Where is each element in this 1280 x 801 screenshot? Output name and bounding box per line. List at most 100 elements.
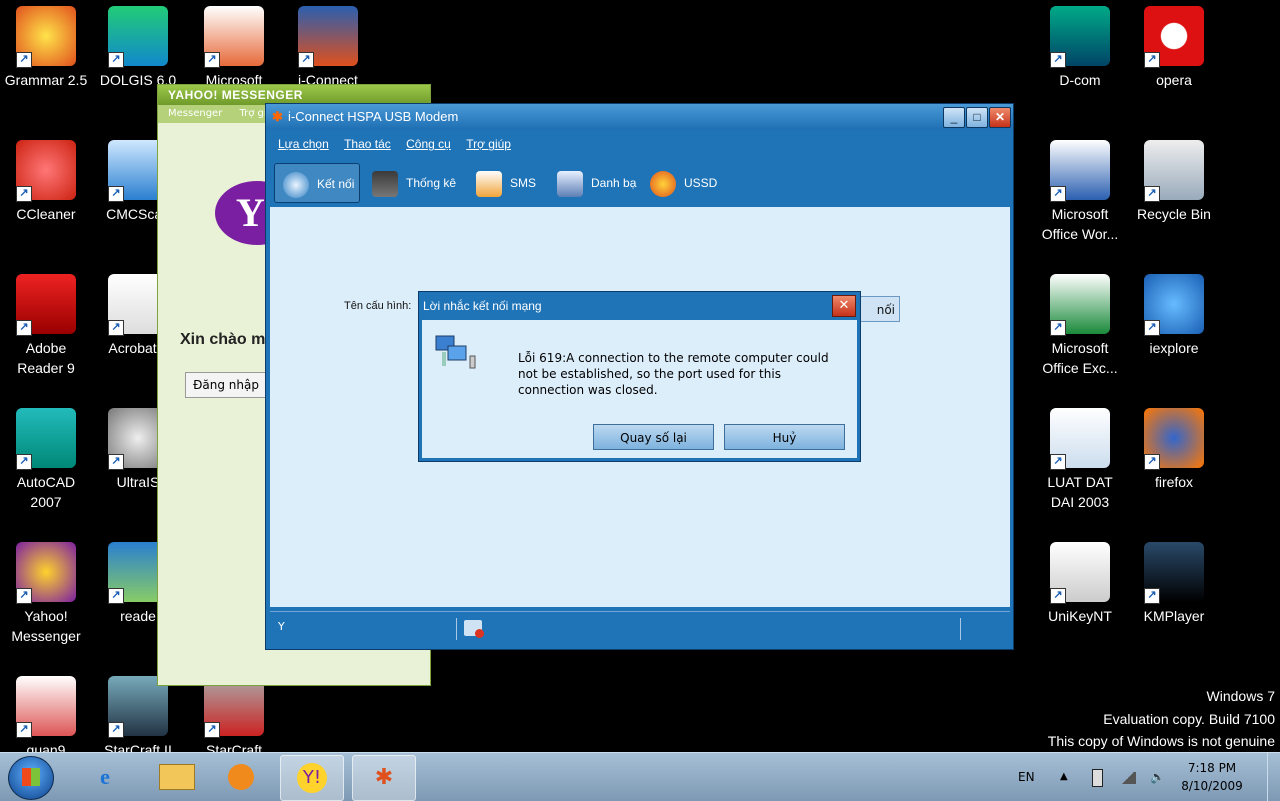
dialog-body: Lỗi 619:A connection to the remote compu… <box>422 320 857 458</box>
yahoo-menu-messenger[interactable]: Messenger <box>168 108 222 119</box>
desktop-shortcut[interactable]: ↗ firefox <box>1128 402 1220 492</box>
shortcut-arrow-icon: ↗ <box>204 52 220 68</box>
shortcut-arrow-icon: ↗ <box>16 52 32 68</box>
taskbar-yahoo-icon[interactable]: Y! <box>280 755 344 801</box>
taskbar-ie-icon[interactable]: e <box>74 755 136 799</box>
shortcut-arrow-icon: ↗ <box>1050 454 1066 470</box>
desktop-shortcut[interactable]: ↗ CCleaner <box>0 134 92 224</box>
word-icon: ↗ <box>1050 140 1110 202</box>
desktop-shortcut[interactable]: ↗ i-Connect <box>282 0 374 90</box>
desktop-shortcut-label: Grammar 2.5 <box>4 72 88 88</box>
connect-tab[interactable]: Kết nối <box>274 163 360 203</box>
windows-logo-icon <box>22 768 40 786</box>
stats-tab[interactable]: Thống kê <box>372 163 456 203</box>
desktop-shortcut-label: UniKeyNT <box>1048 608 1112 624</box>
desktop-shortcut[interactable]: ↗ Microsoft <box>188 0 280 90</box>
desktop-shortcut-label: Recycle Bin <box>1137 206 1211 222</box>
contacts-label: Danh bạ <box>591 176 637 190</box>
network-signal-icon[interactable] <box>1120 753 1136 801</box>
desktop-shortcut[interactable]: ↗ DOLGIS 6.0 <box>92 0 184 90</box>
desktop-shortcut[interactable]: ↗ Adobe Reader 9 <box>0 268 92 378</box>
clock-date: 8/10/2009 <box>1181 779 1243 793</box>
dialog-close-button[interactable]: ✕ <box>832 295 856 317</box>
yahoo-title: YAHOO! MESSENGER <box>158 85 430 105</box>
shortcut-arrow-icon: ↗ <box>1050 320 1066 336</box>
iconnect-logo-icon: ✱ <box>272 109 283 124</box>
minimize-button[interactable]: _ <box>943 107 965 128</box>
modem-statusbar: Y <box>270 611 1010 648</box>
desktop-shortcut[interactable]: ↗ quan9 <box>0 670 92 760</box>
contacts-tab[interactable]: Danh bạ <box>557 163 636 203</box>
cancel-button[interactable]: Huỷ <box>724 424 845 450</box>
language-indicator[interactable]: EN <box>1018 753 1035 801</box>
desktop-shortcut[interactable]: ↗ AutoCAD 2007 <box>0 402 92 512</box>
modem-menubar: Lựa chọn Thao tác Công cụ Trợ giúp <box>266 130 1013 158</box>
opera-icon: ↗ <box>1144 6 1204 68</box>
dialog-title: Lời nhắc kết nối mạng <box>423 299 542 313</box>
network-error-dialog[interactable]: Lời nhắc kết nối mạng ✕ Lỗi 619:A connec… <box>418 291 861 462</box>
taskbar-explorer-icon[interactable] <box>146 755 208 799</box>
ussd-tab[interactable]: USSD <box>650 163 717 203</box>
taskbar: e Y! ✱ EN ▲ 🔈 7:18 PM 8/10/2009 <box>0 752 1280 801</box>
dcom-icon: ↗ <box>1050 6 1110 68</box>
connect-icon <box>283 171 309 198</box>
shortcut-arrow-icon: ↗ <box>16 320 32 336</box>
desktop-shortcut-label: LUAT DAT DAI 2003 <box>1047 474 1113 510</box>
stats-icon <box>372 170 398 197</box>
desktop-shortcut[interactable]: ↗ Microsoft Office Wor... <box>1034 134 1126 244</box>
word-doc-icon: ↗ <box>1050 408 1110 470</box>
desktop-shortcut[interactable]: ↗ opera <box>1128 0 1220 90</box>
taskbar-iconnect-icon[interactable]: ✱ <box>352 755 416 801</box>
menu-options[interactable]: Lựa chọn <box>278 137 329 151</box>
connect-label: Kết nối <box>317 177 355 191</box>
menu-tools[interactable]: Công cụ <box>406 137 451 151</box>
desktop-shortcut[interactable]: ↗ Microsoft Office Exc... <box>1034 268 1126 378</box>
shortcut-arrow-icon: ↗ <box>1050 52 1066 68</box>
shortcut-arrow-icon: ↗ <box>1144 588 1160 604</box>
watermark-line-3: This copy of Windows is not genuine <box>1047 733 1275 749</box>
clock[interactable]: 7:18 PM 8/10/2009 <box>1172 759 1252 795</box>
network-computers-icon <box>434 332 476 370</box>
show-desktop-button[interactable] <box>1267 753 1280 801</box>
volume-icon[interactable]: 🔈 <box>1150 753 1165 801</box>
desktop-shortcut[interactable]: ↗ UniKeyNT <box>1034 536 1126 626</box>
menu-help[interactable]: Trợ giúp <box>466 137 511 151</box>
menu-actions[interactable]: Thao tác <box>344 137 391 151</box>
signal-indicator: Y <box>278 620 285 633</box>
shortcut-arrow-icon: ↗ <box>108 722 124 738</box>
desktop-shortcut[interactable]: ↗ KMPlayer <box>1128 536 1220 626</box>
status-separator <box>960 618 961 640</box>
modem-title: i-Connect HSPA USB Modem <box>288 109 459 124</box>
redial-button[interactable]: Quay số lại <box>593 424 714 450</box>
shortcut-arrow-icon: ↗ <box>16 454 32 470</box>
desktop-shortcut[interactable]: ↗ Yahoo! Messenger <box>0 536 92 646</box>
dg-icon: ↗ <box>108 6 168 68</box>
desktop-shortcut[interactable]: ↗ D-com <box>1034 0 1126 90</box>
taskbar-mediaplayer-icon[interactable] <box>210 755 272 799</box>
contacts-icon <box>557 170 583 197</box>
stats-label: Thống kê <box>406 176 457 190</box>
shortcut-arrow-icon: ↗ <box>1144 52 1160 68</box>
desktop-shortcut-label: KMPlayer <box>1143 608 1205 624</box>
close-button[interactable]: ✕ <box>989 107 1011 128</box>
unikey-icon: ↗ <box>1050 542 1110 604</box>
firefox-icon: ↗ <box>1144 408 1204 470</box>
shortcut-arrow-icon: ↗ <box>1050 588 1066 604</box>
shortcut-arrow-icon: ↗ <box>1144 454 1160 470</box>
sms-tab[interactable]: SMS <box>476 163 536 203</box>
show-hidden-icons[interactable]: ▲ <box>1060 753 1068 801</box>
maximize-button[interactable]: □ <box>966 107 988 128</box>
start-button[interactable] <box>8 756 54 800</box>
yahoo-login-button[interactable]: Đăng nhập <box>185 372 267 398</box>
desktop-shortcut[interactable]: ↗ LUAT DAT DAI 2003 <box>1034 402 1126 512</box>
desktop-shortcut[interactable]: ↗ Grammar 2.5 <box>0 0 92 90</box>
desktop-shortcut[interactable]: ↗ iexplore <box>1128 268 1220 358</box>
status-separator <box>456 618 457 640</box>
excel-icon: ↗ <box>1050 274 1110 336</box>
desktop-shortcut[interactable]: ↗ Recycle Bin <box>1128 134 1220 224</box>
ussd-label: USSD <box>684 176 718 190</box>
iconnect-icon: ↗ <box>298 6 358 68</box>
modem-toolbar: Kết nối Thống kê SMS Danh bạ USSD <box>270 160 1011 206</box>
modem-titlebar[interactable]: ✱ i-Connect HSPA USB Modem _ □ ✕ <box>266 104 1013 130</box>
battery-icon[interactable] <box>1092 753 1103 801</box>
